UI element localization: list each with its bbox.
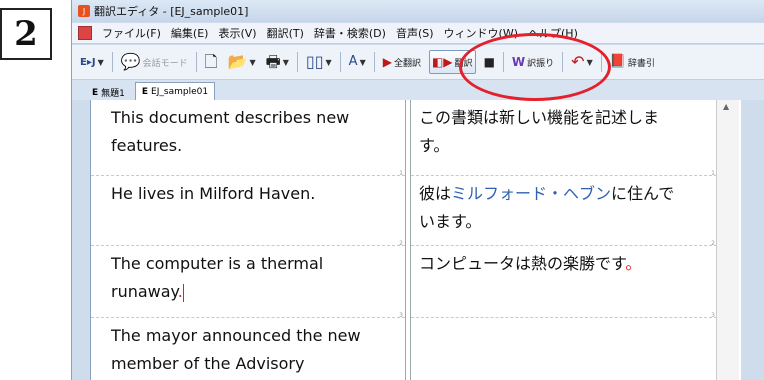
menu-file[interactable]: ファイル(F) [102, 25, 161, 41]
columns-icon: ▯▯ [305, 52, 324, 71]
new-page-icon: 🗋 [204, 52, 218, 71]
translation-segment[interactable]: コンピュータは熱の楽勝です。 3 [411, 246, 717, 319]
document-menu-icon[interactable] [78, 26, 92, 40]
play-icon: ▶ [382, 55, 392, 69]
translation-segment[interactable]: 彼はミルフォード・ヘブンに住んで います。 2 [411, 176, 717, 247]
toolbar-separator [195, 52, 197, 72]
speech-bubble-icon: 💬 [120, 52, 141, 71]
source-segment[interactable]: This document describes new features. 1 [91, 100, 405, 177]
print-button[interactable]: 🖶 ▼ [264, 51, 291, 73]
dictionary-icon: 📕 [609, 54, 626, 69]
toolbar: E▸J ▼ 💬 会話モード 🗋 📂 ▼ 🖶 ▼ ▯▯ ▼ A ▼ ▶ 全翻訳 ◧▶ 翻訳… [72, 45, 764, 80]
menu-edit[interactable]: 編集(E) [171, 25, 209, 41]
step-number-badge: 2 [0, 8, 52, 60]
chevron-down-icon: ▼ [249, 57, 256, 67]
menu-view[interactable]: 表示(V) [218, 25, 256, 41]
app-icon: J [78, 5, 90, 17]
dictionary-button[interactable]: 📕 辞書引 [608, 51, 657, 73]
chevron-down-icon: ▼ [359, 57, 366, 67]
window-title: 翻訳エディタ - [EJ_sample01] [94, 5, 249, 18]
folder-icon: 📂 [227, 52, 248, 71]
source-text-pane[interactable]: This document describes new features. 1 … [91, 100, 406, 380]
conversation-mode-button[interactable]: 💬 会話モード [119, 51, 190, 73]
translate-segment-icon: ◧▶ [431, 55, 453, 69]
chevron-down-icon: ▼ [282, 57, 289, 67]
toolbar-separator [111, 52, 113, 72]
open-button[interactable]: 📂 ▼ [226, 51, 258, 73]
translation-segment[interactable] [411, 318, 717, 380]
direction-button[interactable]: E▸J ▼ [78, 51, 106, 73]
source-segment[interactable]: He lives in Milford Haven. 2 [91, 176, 405, 247]
source-segment[interactable]: The mayor announced the new member of th… [91, 318, 405, 380]
scroll-up-icon[interactable]: ▲ [723, 102, 729, 111]
title-bar: J 翻訳エディタ - [EJ_sample01] [72, 0, 764, 22]
menu-voice[interactable]: 音声(S) [396, 25, 434, 41]
toolbar-separator [373, 52, 375, 72]
proper-noun-link[interactable]: ミルフォード・ヘブン [451, 184, 611, 203]
translation-text-pane[interactable]: この書類は新しい機能を記述しま す。 1 彼はミルフォード・ヘブンに住んで いま… [410, 100, 717, 380]
new-document-button[interactable]: 🗋 [203, 51, 220, 73]
document-tabs: E 無題1 E EJ_sample01 [72, 80, 764, 100]
editor-window: J 翻訳エディタ - [EJ_sample01] ファイル(F) 編集(E) 表… [71, 0, 764, 380]
menu-translate[interactable]: 翻訳(T) [267, 25, 304, 41]
tab-ej-sample01[interactable]: E EJ_sample01 [134, 82, 216, 100]
printer-icon: 🖶 [265, 52, 281, 71]
chevron-down-icon: ▼ [325, 57, 332, 67]
font-size-icon: A [348, 54, 358, 69]
tab-untitled[interactable]: E 無題1 [86, 85, 131, 100]
menu-dictionary-search[interactable]: 辞書・検索(D) [314, 25, 386, 41]
font-button[interactable]: A ▼ [347, 51, 368, 73]
translation-segment[interactable]: この書類は新しい機能を記述しま す。 1 [411, 100, 717, 177]
text-cursor [182, 283, 184, 302]
chevron-down-icon: ▼ [97, 57, 104, 67]
vertical-scrollbar[interactable]: ▲ [716, 100, 739, 380]
layout-button[interactable]: ▯▯ ▼ [304, 51, 334, 73]
translate-all-button[interactable]: ▶ 全翻訳 [381, 51, 423, 73]
translation-editor: This document describes new features. 1 … [90, 100, 741, 380]
menu-bar: ファイル(F) 編集(E) 表示(V) 翻訳(T) 辞書・検索(D) 音声(S)… [72, 23, 764, 44]
source-segment-active[interactable]: The computer is a thermal runaway. 3 [91, 246, 405, 319]
toolbar-separator [339, 52, 341, 72]
highlight-ellipse [459, 33, 611, 101]
toolbar-separator [296, 52, 298, 72]
